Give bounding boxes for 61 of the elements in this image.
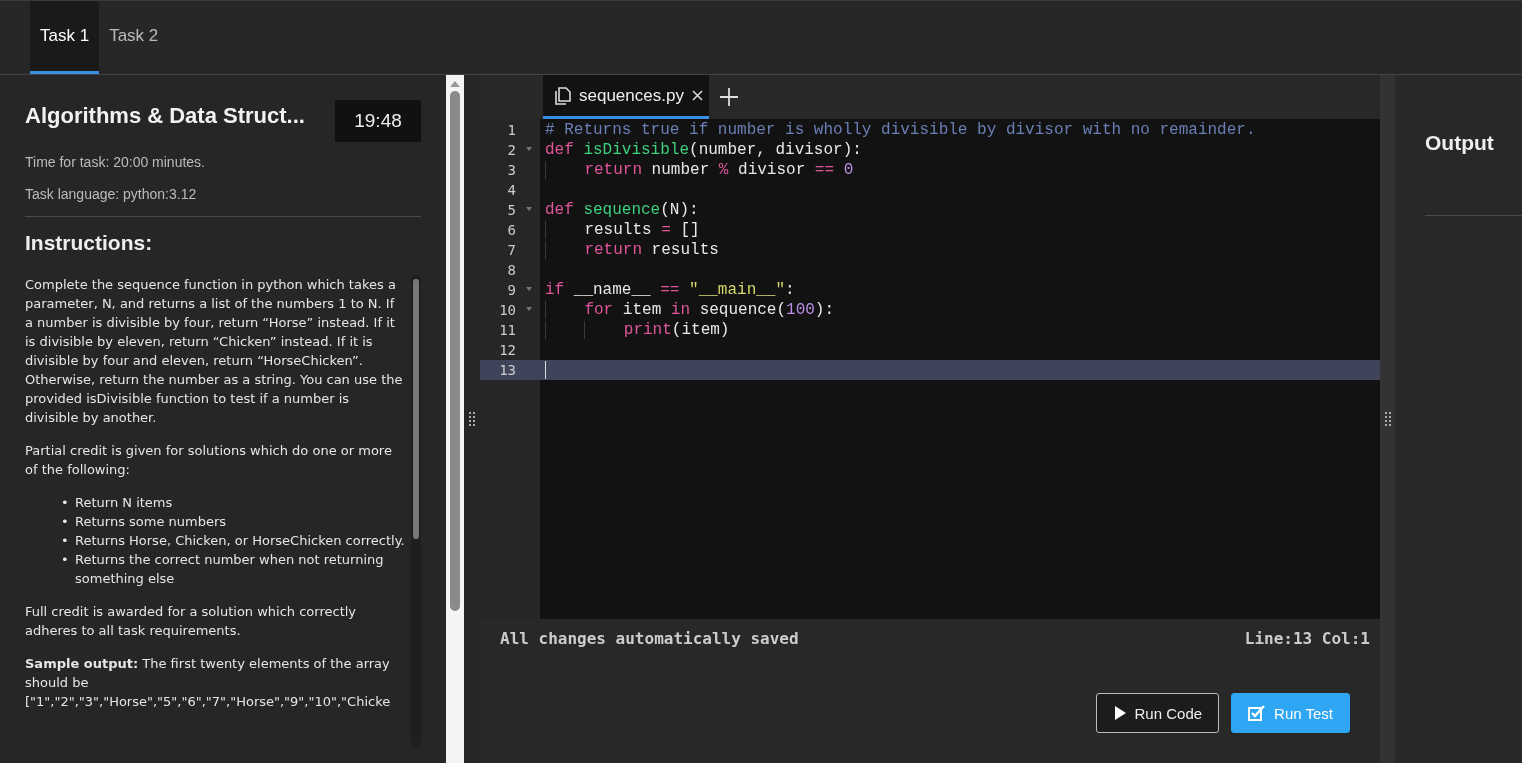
list-item: Returns some numbers (75, 513, 228, 531)
line-number: 12 (498, 341, 517, 360)
line-number: 5 (480, 200, 540, 220)
copy-icon (555, 86, 571, 105)
line-number: 7 (506, 241, 517, 260)
code-line: results = [] (540, 220, 1380, 240)
code-line: return number % divisor == 0 (540, 160, 1380, 180)
line-number: 3 (506, 161, 517, 180)
close-icon[interactable] (691, 90, 703, 101)
task-tab[interactable]: Task 2 (99, 1, 169, 74)
task-title: Algorithms & Data Struct... (25, 103, 305, 129)
code-line: if __name__ == "__main__": (544, 280, 796, 300)
instruction-paragraph: Full credit is awarded for a solution which correctly adheres to all task requirements. (25, 603, 358, 640)
cursor-position: Line:13 Col:1 (1244, 629, 1370, 648)
scroll-up-arrow-icon[interactable] (450, 81, 460, 87)
drag-handle-icon[interactable] (1384, 411, 1391, 427)
fold-icon[interactable] (526, 307, 532, 311)
line-number: 4 (506, 181, 517, 200)
bullet: • (61, 513, 70, 531)
instruction-paragraph: Sample output: The first twenty elements of the array should be ["1","2","3","Horse","5","6","7","Horse","9","10","Chicke (25, 655, 392, 711)
time-for-task: Time for task: 20:00 minutes. (25, 154, 206, 170)
checkbox-icon (1248, 705, 1267, 721)
run-button[interactable]: Run Code (1095, 693, 1220, 733)
play-icon (1112, 705, 1127, 721)
fold-icon[interactable] (526, 147, 532, 151)
line-number: 8 (506, 261, 517, 280)
scrollbar[interactable] (446, 75, 464, 763)
bullet: • (61, 532, 70, 550)
drag-handle-icon[interactable] (469, 411, 475, 427)
output-heading: Output (1425, 131, 1495, 155)
fold-icon[interactable] (526, 287, 532, 291)
line-number: 2 (480, 140, 540, 160)
code-line: for item in sequence(100): (540, 300, 1380, 320)
code-line: def isDivisible(number, divisor): (544, 140, 863, 160)
code-line: def sequence(N): (544, 200, 700, 220)
scrollbar[interactable] (411, 275, 421, 747)
line-number: 9 (480, 280, 540, 300)
countdown-timer: 19:48 (335, 100, 421, 142)
code-line: print(item) (540, 320, 1380, 340)
line-number: 11 (498, 321, 517, 340)
list-item: Returns the correct number when not returning something else (75, 551, 385, 588)
code-line: return results (540, 240, 1380, 260)
bullet: • (61, 494, 70, 512)
list-item: Returns Horse, Chicken, or HorseChicken correctly. (75, 532, 406, 550)
line-number: 6 (506, 221, 517, 240)
file-tab[interactable]: sequences.py (543, 75, 709, 119)
bullet: • (61, 551, 70, 569)
instructions-heading: Instructions: (25, 231, 154, 255)
text-cursor (545, 361, 546, 379)
fold-icon[interactable] (526, 207, 532, 211)
task-language: Task language: python:3.12 (25, 186, 198, 202)
task-tab[interactable]: Task 1 (30, 1, 100, 74)
line-number: 10 (480, 300, 540, 320)
add-tab-icon[interactable] (718, 87, 739, 107)
instruction-paragraph: Partial credit is given for solutions which do one or more of the following: (25, 442, 393, 479)
save-status: All changes automatically saved (500, 629, 799, 648)
line-number: 1 (506, 121, 517, 140)
line-number: 13 (480, 360, 540, 380)
instruction-paragraph: Complete the sequence function in python which takes a parameter, N, and returns a list of the numbers 1 to N. If a number is divisible by four, return “Horse” instead. If it is divisible by eleven, return “Chicken” instead. If it is divisible by four and eleven, return “HorseChicken”. Otherwise, return the number as a string. You can use the provided isDivisible function to test if a number is divisible by another. (25, 276, 404, 427)
list-item: Return N items (75, 494, 174, 512)
code-line: # Returns true if number is wholly divisible by divisor with no remainder. (544, 120, 1257, 140)
